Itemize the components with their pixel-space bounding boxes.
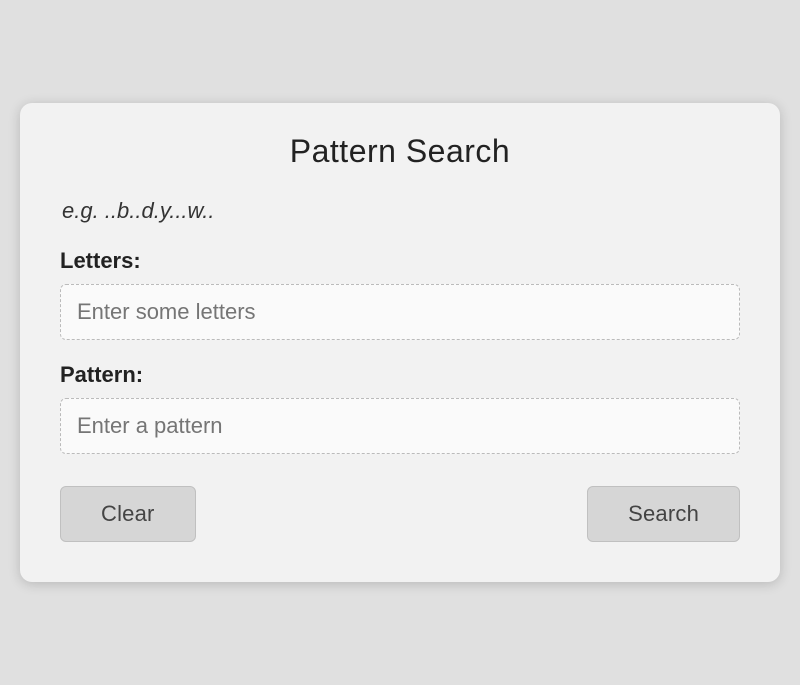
button-row: Clear Search <box>60 486 740 542</box>
search-button[interactable]: Search <box>587 486 740 542</box>
pattern-input[interactable] <box>60 398 740 454</box>
example-text: e.g. ..b..d.y...w.. <box>60 198 740 224</box>
pattern-search-dialog: Pattern Search e.g. ..b..d.y...w.. Lette… <box>20 103 780 582</box>
pattern-label: Pattern: <box>60 362 740 388</box>
clear-button[interactable]: Clear <box>60 486 196 542</box>
dialog-title: Pattern Search <box>60 133 740 170</box>
letters-label: Letters: <box>60 248 740 274</box>
letters-input[interactable] <box>60 284 740 340</box>
